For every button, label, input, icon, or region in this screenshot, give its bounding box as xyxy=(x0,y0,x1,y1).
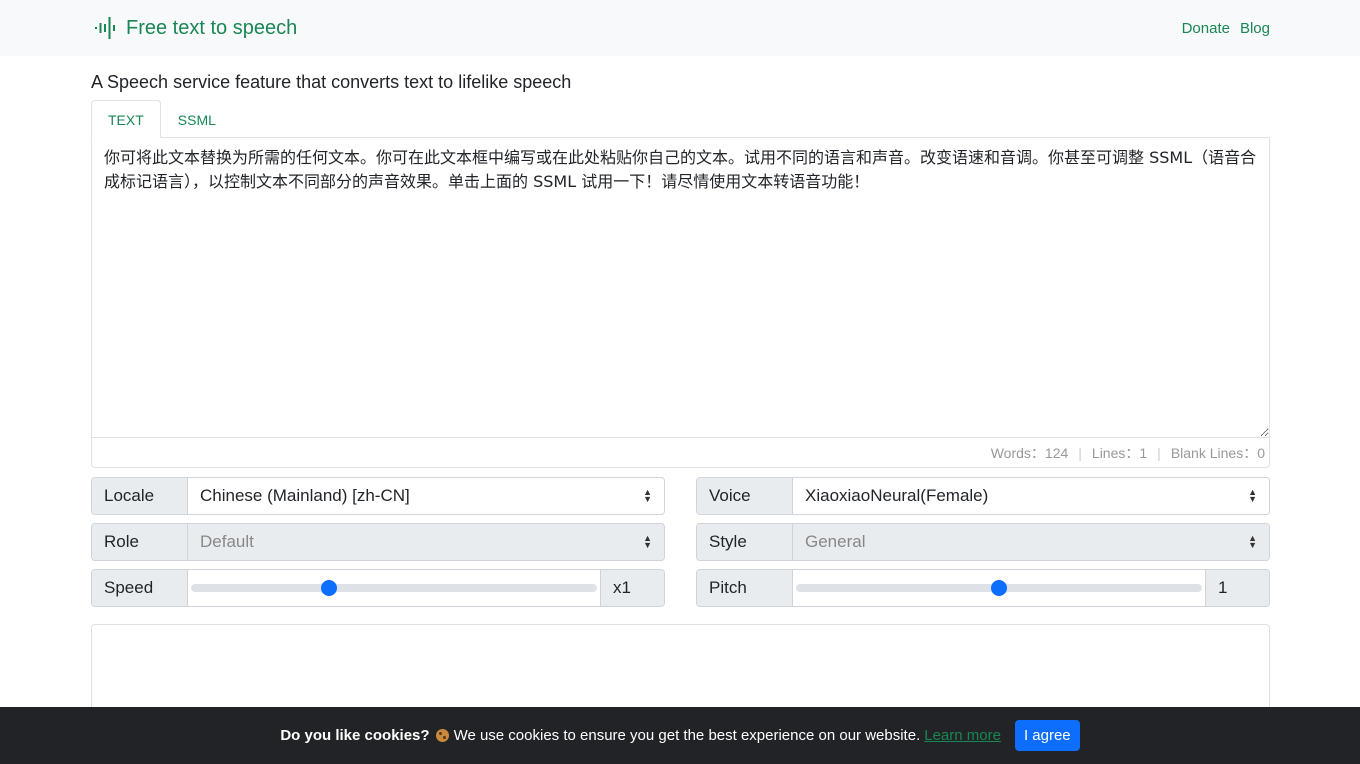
speed-track[interactable] xyxy=(191,580,597,596)
text-editor: Words： 124 | Lines： 1 | Blank Lines： 0 xyxy=(91,138,1270,468)
cookie-icon xyxy=(435,729,449,742)
sound-wave-icon xyxy=(95,17,115,39)
locale-value: Chinese (Mainland) [zh-CN] xyxy=(200,486,410,505)
pitch-label: Pitch xyxy=(697,570,793,606)
divider: | xyxy=(1157,444,1161,461)
role-select[interactable]: Default ▲ ▼ xyxy=(188,524,664,560)
cookie-banner: Do you like cookies? We use cookies to e… xyxy=(0,707,1360,764)
speed-label: Speed xyxy=(92,570,188,606)
select-arrows-icon: ▲ ▼ xyxy=(643,487,652,504)
voice-group: Voice XiaoxiaoNeural(Female) ▲ ▼ xyxy=(696,477,1270,515)
style-select[interactable]: General ▲ ▼ xyxy=(793,524,1269,560)
nav-links: Donate Blog xyxy=(1182,20,1270,37)
navbar: Free text to speech Donate Blog xyxy=(0,0,1360,56)
main-container: A Speech service feature that converts t… xyxy=(91,56,1270,744)
text-stats: Words： 124 | Lines： 1 | Blank Lines： 0 xyxy=(92,438,1269,467)
select-arrows-icon: ▲ ▼ xyxy=(1248,487,1257,504)
text-input[interactable] xyxy=(92,138,1269,438)
voice-select[interactable]: XiaoxiaoNeural(Female) ▲ ▼ xyxy=(793,478,1269,514)
brand-link[interactable]: Free text to speech xyxy=(94,16,297,40)
style-group: Style General ▲ ▼ xyxy=(696,523,1270,561)
words-count: 124 xyxy=(1044,444,1069,461)
pitch-group: Pitch 1 xyxy=(696,569,1270,607)
words-label: Words： xyxy=(990,444,1045,461)
voice-controls: Locale Chinese (Mainland) [zh-CN] ▲ ▼ Voi… xyxy=(91,477,1270,607)
speed-value: x1 xyxy=(600,570,664,606)
cookie-title: Do you like cookies? xyxy=(280,727,430,744)
lines-label: Lines： xyxy=(1091,444,1140,461)
pitch-slider[interactable] xyxy=(793,570,1205,606)
role-label: Role xyxy=(92,524,188,560)
blank-lines-label: Blank Lines： xyxy=(1170,444,1258,461)
cookie-message: We use cookies to ensure you get the bes… xyxy=(453,727,921,744)
pitch-track[interactable] xyxy=(796,580,1202,596)
voice-label: Voice xyxy=(697,478,793,514)
brand-title: Free text to speech xyxy=(126,16,298,39)
page-subtitle: A Speech service feature that converts t… xyxy=(91,72,572,92)
blank-lines-count: 0 xyxy=(1257,444,1265,461)
role-value: Default xyxy=(200,532,254,551)
lines-count: 1 xyxy=(1139,444,1148,461)
donate-link[interactable]: Donate xyxy=(1182,20,1230,37)
select-arrows-icon: ▲ ▼ xyxy=(1248,533,1257,550)
role-group: Role Default ▲ ▼ xyxy=(91,523,665,561)
pitch-thumb[interactable] xyxy=(991,580,1007,596)
editor-tabs: TEXT SSML xyxy=(91,100,1270,138)
learn-more-link[interactable]: Learn more xyxy=(924,727,1001,744)
style-value: General xyxy=(805,532,866,551)
speed-group: Speed x1 xyxy=(91,569,665,607)
speed-slider[interactable] xyxy=(188,570,600,606)
blog-link[interactable]: Blog xyxy=(1240,20,1270,37)
agree-button[interactable]: I agree xyxy=(1014,720,1080,751)
locale-group: Locale Chinese (Mainland) [zh-CN] ▲ ▼ xyxy=(91,477,665,515)
voice-value: XiaoxiaoNeural(Female) xyxy=(805,486,989,505)
select-arrows-icon: ▲ ▼ xyxy=(643,533,652,550)
pitch-value: 1 xyxy=(1205,570,1269,606)
tab-ssml[interactable]: SSML xyxy=(161,100,233,138)
locale-select[interactable]: Chinese (Mainland) [zh-CN] ▲ ▼ xyxy=(188,478,664,514)
speed-thumb[interactable] xyxy=(321,580,338,596)
divider: | xyxy=(1078,444,1082,461)
style-label: Style xyxy=(697,524,793,560)
tab-text[interactable]: TEXT xyxy=(91,100,161,138)
locale-label: Locale xyxy=(92,478,188,514)
